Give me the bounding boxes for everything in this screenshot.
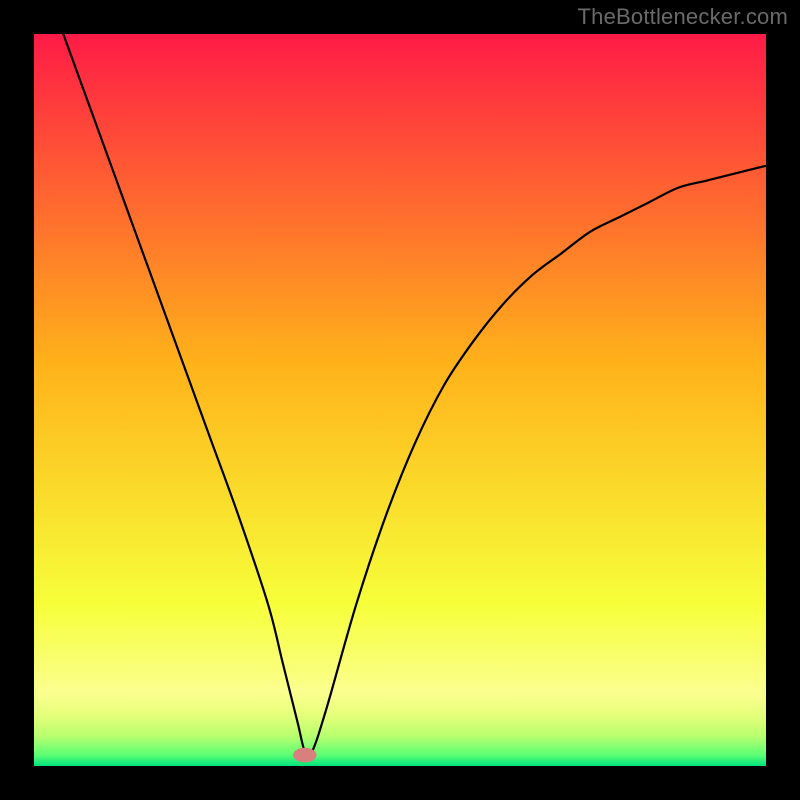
plot-background bbox=[34, 34, 766, 766]
bottleneck-chart bbox=[34, 34, 766, 766]
chart-frame: TheBottlenecker.com bbox=[0, 0, 800, 800]
optimal-marker bbox=[293, 748, 316, 763]
watermark-text: TheBottlenecker.com bbox=[578, 4, 788, 30]
